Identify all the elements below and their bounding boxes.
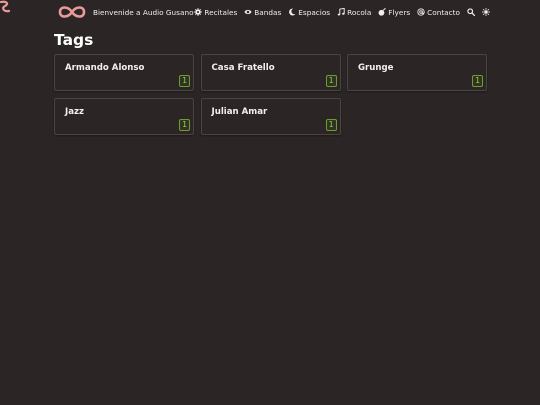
nav-label: Espacios [298,7,331,17]
tag-card-casa-fratello[interactable]: Casa Fratello 1 [200,54,341,91]
nav-label: Flyers [388,7,411,17]
nav-bandas[interactable]: Bandas [244,8,281,17]
nav-contacto[interactable]: Contacto [417,8,460,17]
tag-count-badge: 1 [179,75,190,87]
nav-espacios[interactable]: Espacios [288,8,330,17]
tag-card-julian-amar[interactable]: Julian Amar 1 [200,98,341,135]
nav-flyers[interactable]: Flyers [378,8,410,17]
site-logo[interactable] [57,3,87,21]
tag-card-armando-alonso[interactable]: Armando Alonso 1 [54,54,194,91]
nav-label: Rocola [347,7,372,17]
search-button[interactable] [467,8,475,16]
nav-recitales[interactable]: Recitales [194,8,237,17]
tag-name: Jazz [65,107,85,117]
tag-count-badge: 1 [325,75,337,87]
theme-toggle-button[interactable] [482,8,490,16]
site-header: Bienvenide a Audio Gusano Recitales Band… [54,0,490,24]
nav-label: Recitales [204,7,238,17]
tag-name: Armando Alonso [65,63,145,73]
main-nav: Recitales Bandas Espacios Rocola Flyers … [194,8,490,17]
moon-icon [289,8,296,16]
search-icon [467,8,475,16]
tag-card-jazz[interactable]: Jazz 1 [54,98,194,135]
tag-count-badge: 1 [179,119,190,131]
tag-name: Julian Amar [211,107,268,117]
infinity-worm-icon [58,6,86,18]
page-title: Tags [54,31,94,49]
tag-count-badge: 1 [325,119,337,131]
gear-icon [194,8,203,16]
nav-label: Bandas [254,7,282,17]
site-title[interactable]: Bienvenide a Audio Gusano [93,8,194,17]
bomb-icon [378,8,386,16]
tag-name: Grunge [358,63,394,73]
nav-label: Contacto [427,7,460,17]
eye-icon [244,9,252,15]
tags-list: Armando Alonso 1 Casa Fratello 1 Grunge … [54,54,487,135]
at-sign-icon [417,8,425,16]
sun-icon [482,8,490,16]
worm-corner-icon [0,0,11,13]
tag-count-badge: 1 [472,75,483,87]
music-note-icon [337,8,345,16]
tag-card-grunge[interactable]: Grunge 1 [347,54,487,91]
tag-name: Casa Fratello [211,63,275,73]
nav-rocola[interactable]: Rocola [337,8,371,17]
